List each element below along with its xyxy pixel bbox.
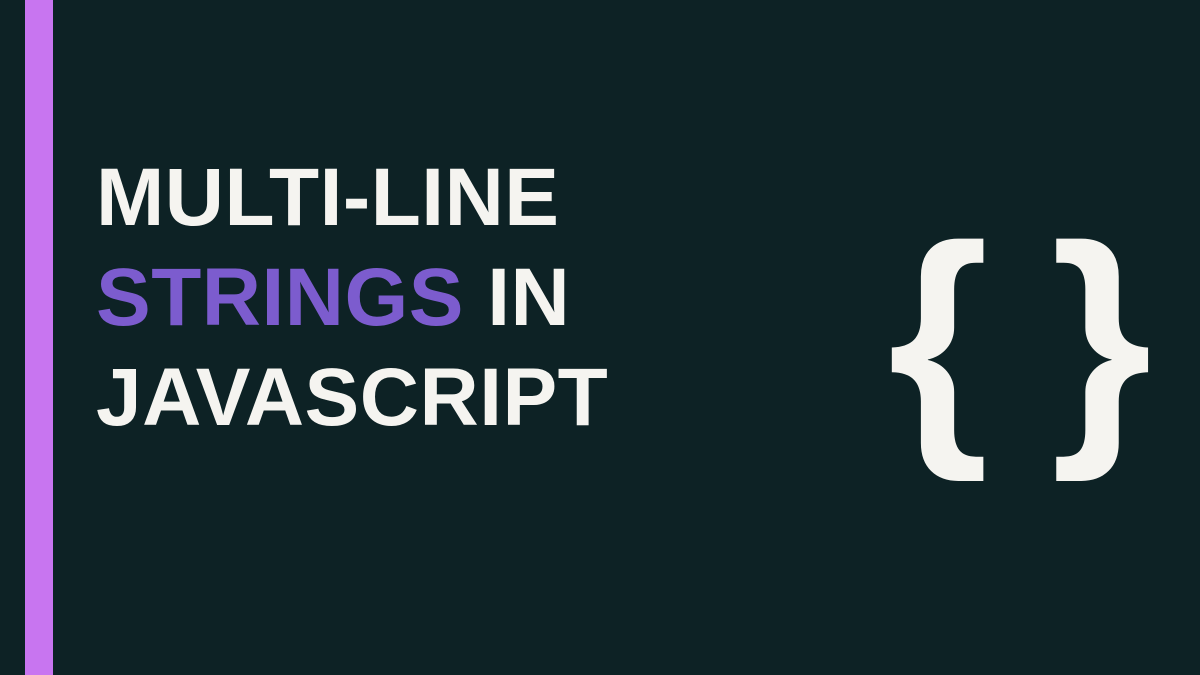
braces-icon: { } — [888, 208, 1152, 468]
title-text: Multi-line Strings in JavaScript — [96, 148, 608, 448]
right-brace-icon: } — [1051, 208, 1152, 468]
title-line-2-rest: in — [464, 252, 570, 343]
title-line-1: Multi-line — [96, 148, 608, 248]
left-brace-icon: { — [888, 208, 989, 468]
title-line-2: Strings in — [96, 248, 608, 348]
banner-container: Multi-line Strings in JavaScript { } — [0, 0, 1200, 675]
title-line-3: JavaScript — [96, 348, 608, 448]
accent-bar — [25, 0, 53, 675]
title-highlight: Strings — [96, 252, 464, 343]
